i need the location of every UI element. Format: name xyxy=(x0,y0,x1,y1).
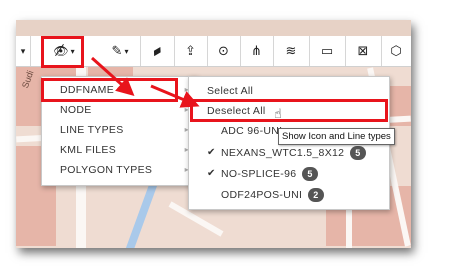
menu-item-polygon-types[interactable]: POLYGON TYPES ▸ xyxy=(42,160,197,180)
hierarchy-button[interactable]: ⋔ xyxy=(240,36,274,66)
upload-icon: ⇪ xyxy=(185,43,196,58)
layer-item-nexans[interactable]: ✔ NEXANS_WTC1.5_8X12 5 xyxy=(189,143,389,163)
eraser-icon: ▰ xyxy=(148,41,165,60)
3d-view-button[interactable]: ⬡ xyxy=(381,36,411,66)
hand-cursor-icon: ☝ xyxy=(274,106,282,121)
close-box-button[interactable]: ⊠ xyxy=(345,36,382,66)
toolbar-dropdown-caret[interactable]: ▾ xyxy=(16,36,31,66)
menu-item-kml-files[interactable]: KML FILES ▸ xyxy=(42,140,197,160)
count-badge: 2 xyxy=(308,188,324,203)
select-all-item[interactable]: Select All xyxy=(189,81,389,101)
checkmark-icon: ✔ xyxy=(207,147,216,158)
menu-item-node[interactable]: NODE ▸ xyxy=(42,100,197,120)
layer-item-odf24pos-uni[interactable]: ODF24POS-UNI 2 xyxy=(189,185,389,205)
menu-item-line-types[interactable]: LINE TYPES ▸ xyxy=(42,120,197,140)
tooltip: Show Icon and Line types xyxy=(278,128,395,145)
window-button[interactable]: ▭ xyxy=(309,36,346,66)
erase-button[interactable]: ▰ xyxy=(140,36,175,66)
hierarchy-icon: ⋔ xyxy=(251,43,262,58)
window-icon: ▭ xyxy=(320,43,334,58)
target-icon: ⊙ xyxy=(218,43,229,58)
database-button[interactable]: ≋ xyxy=(273,36,310,66)
upload-button[interactable]: ⇪ xyxy=(174,36,208,66)
checkmark-icon: ✔ xyxy=(207,168,216,179)
pencil-icon: ✎ xyxy=(111,43,123,58)
annotation-box-visibility-button xyxy=(41,36,84,68)
cube-icon: ⬡ xyxy=(390,43,402,58)
caret-icon: ▾ xyxy=(124,46,129,56)
caret-icon: ▾ xyxy=(20,45,26,56)
annotation-box-ddfname xyxy=(41,78,178,102)
database-icon: ≋ xyxy=(285,43,297,58)
locate-button[interactable]: ⊙ xyxy=(207,36,241,66)
annotation-box-deselect-all xyxy=(190,99,388,122)
count-badge: 5 xyxy=(350,146,366,161)
close-box-icon: ⊠ xyxy=(357,43,369,58)
layer-item-no-splice-96[interactable]: ✔ NO-SPLICE-96 5 xyxy=(189,164,389,184)
count-badge: 5 xyxy=(302,167,318,182)
draw-tool-button[interactable]: ✎ ▾ xyxy=(100,36,141,66)
